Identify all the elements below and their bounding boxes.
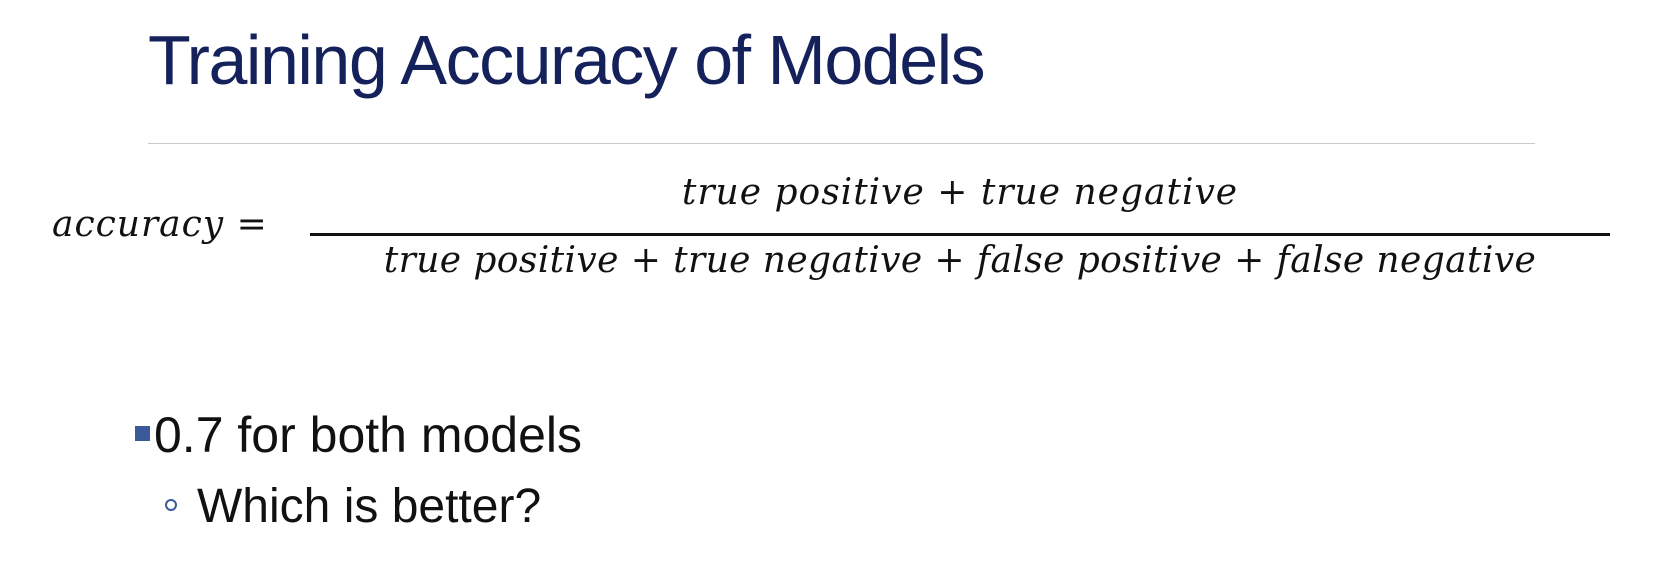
fraction-bar xyxy=(310,233,1610,236)
bullet-item: 0.7 for both models xyxy=(135,408,582,463)
square-bullet-icon xyxy=(135,426,150,441)
formula-numerator: true positive + true negative xyxy=(681,172,1239,213)
formula-lhs: accuracy = xyxy=(52,204,268,245)
slide: Training Accuracy of Models accuracy = t… xyxy=(0,0,1662,580)
circle-bullet-icon xyxy=(165,499,177,512)
subbullet-item: Which is better? xyxy=(165,480,542,534)
bullet-text: 0.7 for both models xyxy=(154,407,583,463)
subbullet-text: Which is better? xyxy=(197,480,542,533)
accuracy-formula: accuracy = true positive + true negative… xyxy=(0,0,1662,300)
formula-denominator: true positive + true negative + false po… xyxy=(383,240,1537,281)
